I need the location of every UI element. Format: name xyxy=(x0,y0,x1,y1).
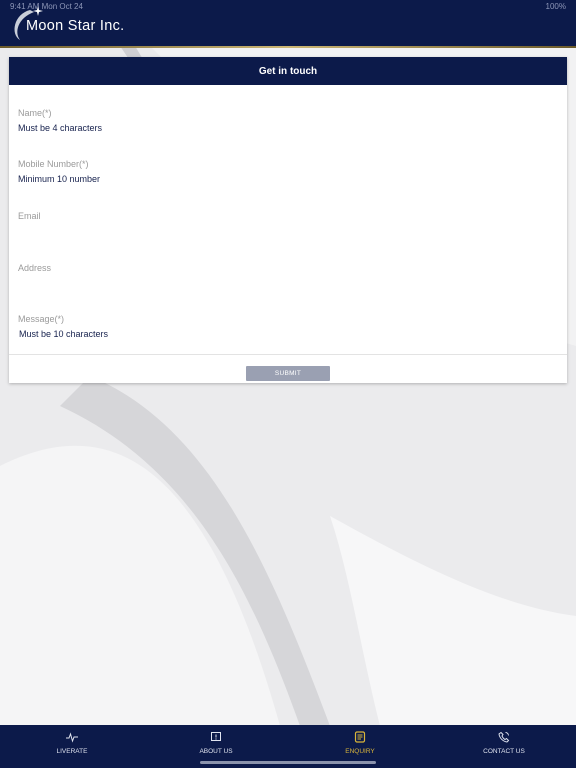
tab-contact-us-label: CONTACT US xyxy=(483,748,525,755)
header-divider xyxy=(0,46,576,48)
form-divider xyxy=(9,354,567,355)
home-indicator xyxy=(200,761,376,764)
app-header: 9:41 AM Mon Oct 24 100% Moon Star Inc. xyxy=(0,0,576,48)
tab-liverate-label: LIVERATE xyxy=(56,748,88,755)
message-label: Message(*) xyxy=(18,314,65,324)
tab-about-us-label: ABOUT US xyxy=(199,748,233,755)
address-label: Address xyxy=(18,263,52,273)
tab-enquiry-label: ENQUIRY xyxy=(345,748,375,755)
name-field[interactable]: Name(*) Must be 4 characters xyxy=(18,108,558,133)
status-battery: 100% xyxy=(545,2,566,11)
message-field[interactable]: Message(*) Must be 10 characters xyxy=(18,314,558,339)
tab-contact-us[interactable]: CONTACT US xyxy=(432,725,576,768)
email-label: Email xyxy=(18,211,41,221)
enquiry-form: Get in touch Name(*) Must be 4 character… xyxy=(9,57,567,383)
form-title: Get in touch xyxy=(9,57,567,85)
name-label: Name(*) xyxy=(18,108,52,118)
address-field[interactable]: Address xyxy=(18,263,558,278)
enquiry-icon xyxy=(354,731,366,743)
mobile-input[interactable]: Minimum 10 number xyxy=(18,174,558,184)
phone-icon xyxy=(498,731,510,743)
name-input[interactable]: Must be 4 characters xyxy=(18,123,558,133)
message-input[interactable]: Must be 10 characters xyxy=(18,329,558,339)
email-field[interactable]: Email xyxy=(18,211,558,226)
mobile-label: Mobile Number(*) xyxy=(18,159,89,169)
brand-name: Moon Star Inc. xyxy=(26,18,125,34)
tab-liverate[interactable]: LIVERATE xyxy=(0,725,144,768)
submit-button[interactable]: SUBMIT xyxy=(246,366,330,381)
info-icon xyxy=(211,732,221,741)
mobile-field[interactable]: Mobile Number(*) Minimum 10 number xyxy=(18,159,558,184)
pulse-icon xyxy=(66,732,78,743)
